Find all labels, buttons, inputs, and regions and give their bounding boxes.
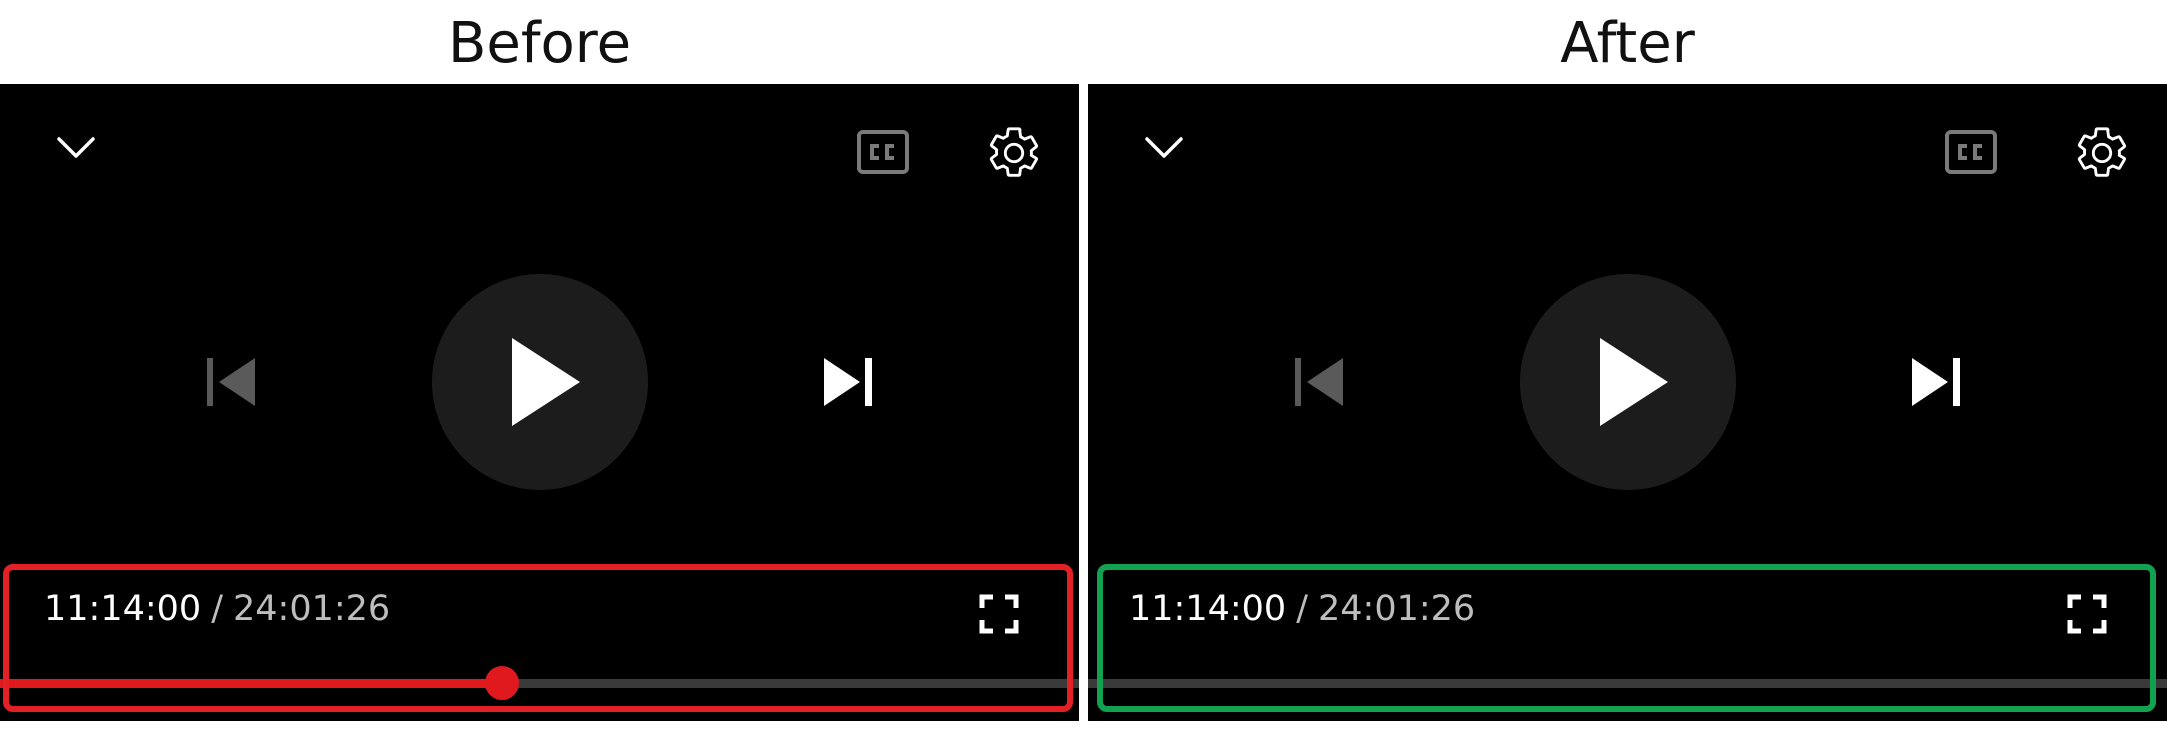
closed-captions-icon[interactable] [1945, 130, 1997, 174]
after-label: After [1560, 11, 1695, 76]
current-time: 11:14:00 [44, 589, 202, 629]
closed-captions-icon[interactable] [857, 130, 909, 174]
progress-bar[interactable] [0, 666, 1079, 700]
time-separator: / [1296, 589, 1308, 629]
play-icon [512, 338, 580, 426]
chevron-down-icon[interactable] [1144, 134, 1184, 162]
play-icon [1600, 338, 1668, 426]
play-button[interactable] [432, 274, 648, 490]
after-video-player: 11:14:00/24:01:26 [1088, 84, 2167, 721]
panel-divider [1079, 84, 1088, 733]
progress-played [0, 679, 502, 688]
duration: 24:01:26 [1318, 589, 1476, 629]
gear-icon[interactable] [985, 124, 1043, 182]
gear-icon[interactable] [2073, 124, 2131, 182]
chevron-down-icon[interactable] [56, 134, 96, 162]
time-separator: / [211, 589, 223, 629]
duration: 24:01:26 [233, 589, 391, 629]
play-button[interactable] [1520, 274, 1736, 490]
before-video-player: 11:14:00/24:01:26 [0, 84, 1079, 721]
progress-bar[interactable] [1088, 679, 2167, 688]
fullscreen-icon[interactable] [2067, 594, 2107, 634]
skip-next-icon[interactable] [1910, 356, 1962, 408]
before-label: Before [447, 11, 632, 76]
time-display: 11:14:00/24:01:26 [44, 589, 390, 629]
progress-scrubber[interactable] [484, 666, 519, 700]
time-display: 11:14:00/24:01:26 [1129, 589, 1475, 629]
fullscreen-icon[interactable] [979, 594, 1019, 634]
current-time: 11:14:00 [1129, 589, 1287, 629]
skip-previous-icon[interactable] [205, 356, 257, 408]
skip-previous-icon[interactable] [1293, 356, 1345, 408]
skip-next-icon[interactable] [822, 356, 874, 408]
